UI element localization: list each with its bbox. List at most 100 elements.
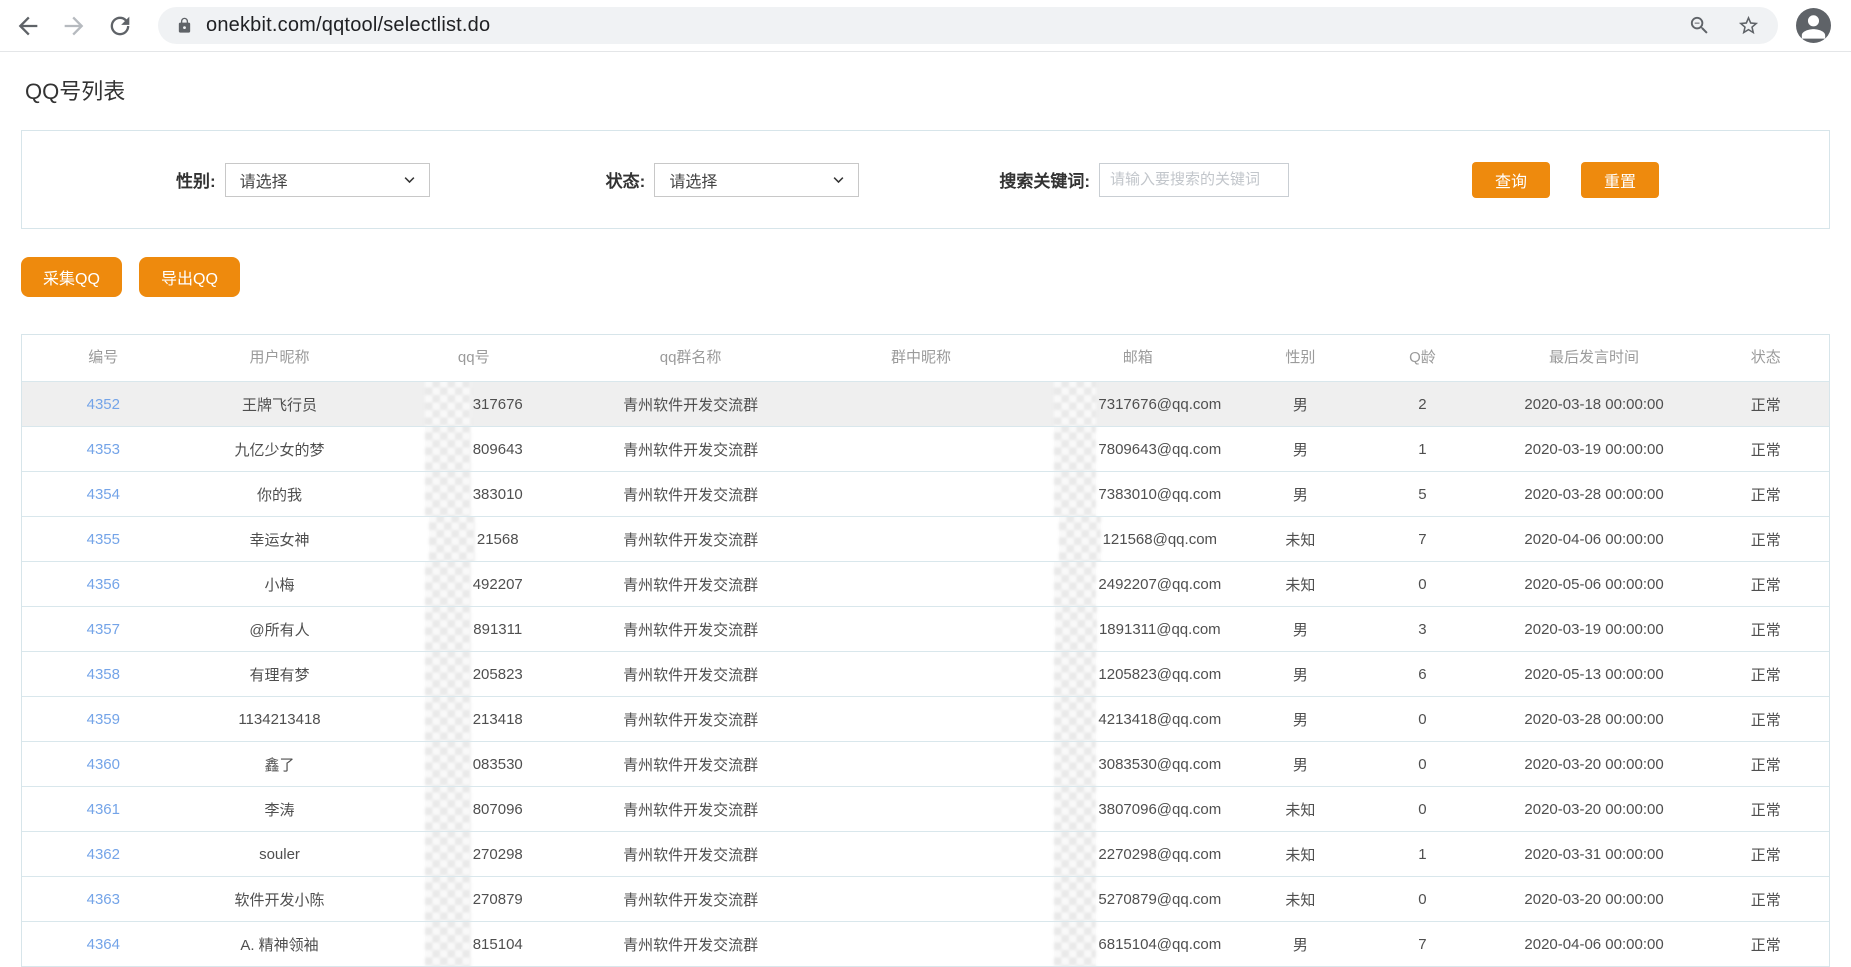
row-id-link[interactable]: 4360 <box>87 756 120 773</box>
redaction-blur <box>1054 922 1096 966</box>
page-title: QQ号列表 <box>0 52 1851 130</box>
cell-nickname: 王牌飞行员 <box>185 382 375 426</box>
cell-nickname: 李涛 <box>185 787 375 831</box>
table-row: 4356 小梅 492207 青州软件开发交流群 2492207@qq.com … <box>22 561 1829 606</box>
cell-group-nick <box>808 742 1034 786</box>
cell-nickname: souler <box>185 832 375 876</box>
cell-qq: 809643 <box>374 427 573 471</box>
row-id-link[interactable]: 4353 <box>87 441 120 458</box>
cell-email: 3083530@qq.com <box>1034 742 1242 786</box>
row-id-link[interactable]: 4356 <box>87 576 120 593</box>
url-text[interactable]: onekbit.com/qqtool/selectlist.do <box>206 14 490 37</box>
redaction-blur <box>425 877 471 921</box>
row-id-link[interactable]: 4352 <box>87 396 120 413</box>
lock-icon <box>176 17 193 34</box>
cell-group: 青州软件开发交流群 <box>573 517 808 561</box>
cell-email: 7383010@qq.com <box>1034 472 1242 516</box>
row-id-link[interactable]: 4355 <box>87 531 120 548</box>
gender-select[interactable]: 请选择 <box>225 163 430 197</box>
cell-q-age: 0 <box>1359 877 1485 921</box>
cell-group: 青州软件开发交流群 <box>573 877 808 921</box>
cell-email: 6815104@qq.com <box>1034 922 1242 966</box>
keyword-input[interactable] <box>1099 163 1289 197</box>
action-buttons: 采集QQ 导出QQ <box>21 257 1830 297</box>
table-row: 4353 九亿少女的梦 809643 青州软件开发交流群 7809643@qq.… <box>22 426 1829 471</box>
profile-avatar-icon[interactable] <box>1796 8 1831 43</box>
cell-email: 1205823@qq.com <box>1034 652 1242 696</box>
zoom-out-icon[interactable] <box>1688 14 1711 37</box>
cell-gender: 男 <box>1242 427 1359 471</box>
chevron-down-icon <box>831 172 846 187</box>
cell-email: 121568@qq.com <box>1034 517 1242 561</box>
table-row: 4364 A. 精神领袖 815104 青州软件开发交流群 6815104@qq… <box>22 921 1829 966</box>
redaction-blur <box>1054 697 1096 741</box>
collect-qq-button[interactable]: 采集QQ <box>21 257 122 297</box>
redaction-blur <box>1054 877 1096 921</box>
cell-group-nick <box>808 787 1034 831</box>
cell-nickname: 小梅 <box>185 562 375 606</box>
cell-q-age: 6 <box>1359 652 1485 696</box>
address-bar[interactable]: onekbit.com/qqtool/selectlist.do <box>158 7 1778 44</box>
reload-icon[interactable] <box>106 12 134 40</box>
table-row: 4357 @所有人 891311 青州软件开发交流群 1891311@qq.co… <box>22 606 1829 651</box>
cell-q-age: 5 <box>1359 472 1485 516</box>
star-icon[interactable] <box>1737 14 1760 37</box>
cell-nickname: 九亿少女的梦 <box>185 427 375 471</box>
cell-gender: 男 <box>1242 697 1359 741</box>
header-gender: 性别 <box>1242 335 1359 381</box>
row-id-link[interactable]: 4359 <box>87 711 120 728</box>
back-icon[interactable] <box>14 12 42 40</box>
cell-last-time: 2020-03-31 00:00:00 <box>1486 832 1703 876</box>
redaction-blur <box>425 652 471 696</box>
cell-qq: 807096 <box>374 787 573 831</box>
cell-qq: 891311 <box>374 607 573 651</box>
row-id-link[interactable]: 4357 <box>87 621 120 638</box>
cell-group-nick <box>808 877 1034 921</box>
row-id-link[interactable]: 4354 <box>87 486 120 503</box>
cell-group: 青州软件开发交流群 <box>573 742 808 786</box>
cell-qq: 383010 <box>374 472 573 516</box>
cell-status: 正常 <box>1702 517 1828 561</box>
cell-nickname: 有理有梦 <box>185 652 375 696</box>
cell-email: 7809643@qq.com <box>1034 427 1242 471</box>
cell-gender: 男 <box>1242 382 1359 426</box>
table-row: 4359 1134213418 213418 青州软件开发交流群 4213418… <box>22 696 1829 741</box>
redaction-blur <box>425 832 471 876</box>
cell-nickname: A. 精神领袖 <box>185 922 375 966</box>
redaction-blur <box>425 787 471 831</box>
cell-group-nick <box>808 607 1034 651</box>
cell-status: 正常 <box>1702 607 1828 651</box>
row-id-link[interactable]: 4362 <box>87 846 120 863</box>
query-button[interactable]: 查询 <box>1472 162 1550 198</box>
cell-email: 5270879@qq.com <box>1034 877 1242 921</box>
table-row: 4360 鑫了 083530 青州软件开发交流群 3083530@qq.com … <box>22 741 1829 786</box>
table-header-row: 编号 用户昵称 qq号 qq群名称 群中昵称 邮箱 性别 Q龄 最后发言时间 状… <box>22 335 1829 381</box>
row-id-link[interactable]: 4361 <box>87 801 120 818</box>
cell-status: 正常 <box>1702 787 1828 831</box>
cell-q-age: 1 <box>1359 427 1485 471</box>
header-id: 编号 <box>22 335 185 381</box>
cell-q-age: 0 <box>1359 787 1485 831</box>
row-id-link[interactable]: 4363 <box>87 891 120 908</box>
cell-gender: 未知 <box>1242 517 1359 561</box>
cell-q-age: 7 <box>1359 922 1485 966</box>
cell-status: 正常 <box>1702 427 1828 471</box>
redaction-blur <box>425 922 471 966</box>
header-q-age: Q龄 <box>1359 335 1485 381</box>
cell-nickname: 软件开发小陈 <box>185 877 375 921</box>
table-row: 4355 幸运女神 21568 青州软件开发交流群 121568@qq.com … <box>22 516 1829 561</box>
cell-group: 青州软件开发交流群 <box>573 697 808 741</box>
redaction-blur <box>1059 517 1101 561</box>
cell-group: 青州软件开发交流群 <box>573 832 808 876</box>
cell-group: 青州软件开发交流群 <box>573 607 808 651</box>
cell-qq: 815104 <box>374 922 573 966</box>
export-qq-button[interactable]: 导出QQ <box>139 257 240 297</box>
cell-q-age: 2 <box>1359 382 1485 426</box>
status-select[interactable]: 请选择 <box>654 163 859 197</box>
cell-status: 正常 <box>1702 922 1828 966</box>
forward-icon[interactable] <box>60 12 88 40</box>
row-id-link[interactable]: 4364 <box>87 936 120 953</box>
redaction-blur <box>1054 562 1096 606</box>
row-id-link[interactable]: 4358 <box>87 666 120 683</box>
reset-button[interactable]: 重置 <box>1581 162 1659 198</box>
